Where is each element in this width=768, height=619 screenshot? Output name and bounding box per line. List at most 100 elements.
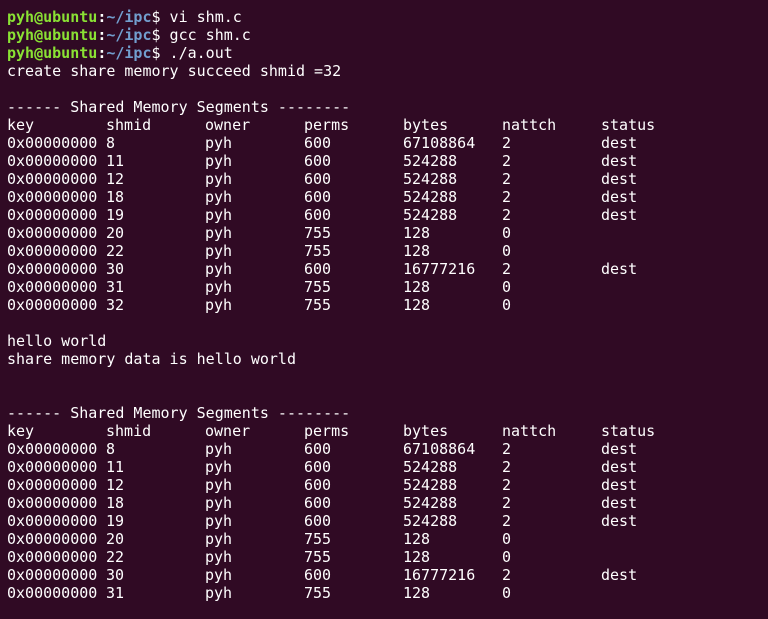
cell-nattch: 2	[502, 476, 512, 494]
cell-shmid: 22	[106, 548, 125, 566]
cell-nattch: 0	[502, 296, 512, 314]
cell-nattch: 2	[502, 206, 512, 224]
cell-perms: 600	[304, 152, 332, 170]
prompt-symbol: $	[151, 44, 161, 62]
cell-nattch: 2	[502, 260, 512, 278]
table-row: 0x00000000 18 pyh 600 524288 2 dest	[7, 494, 768, 512]
cell-nattch: 0	[502, 548, 512, 566]
terminal-window[interactable]: pyh@ubuntu:~/ipc$ vi shm.c pyh@ubuntu:~/…	[0, 0, 768, 619]
cell-owner: pyh	[205, 206, 233, 224]
cell-key: 0x00000000	[7, 152, 98, 170]
cell-owner: pyh	[205, 170, 233, 188]
cell-owner: pyh	[205, 224, 233, 242]
cell-perms: 600	[304, 170, 332, 188]
cell-status: dest	[601, 188, 638, 206]
column-header-bytes: bytes	[403, 422, 449, 440]
cell-bytes: 524288	[403, 152, 458, 170]
cell-key: 0x00000000	[7, 134, 98, 152]
hello-message: hello world	[7, 332, 107, 350]
cell-key: 0x00000000	[7, 548, 98, 566]
cell-bytes: 524288	[403, 476, 458, 494]
table-row: 0x00000000 11 pyh 600 524288 2 dest	[7, 458, 768, 476]
table-row: 0x00000000 19 pyh 600 524288 2 dest	[7, 512, 768, 530]
cell-bytes: 524288	[403, 512, 458, 530]
prompt-symbol: $	[151, 26, 161, 44]
cell-shmid: 11	[106, 152, 125, 170]
cell-nattch: 2	[502, 458, 512, 476]
cell-nattch: 2	[502, 152, 512, 170]
cell-shmid: 22	[106, 242, 125, 260]
cell-shmid: 8	[106, 134, 116, 152]
column-header-perms: perms	[304, 422, 350, 440]
cell-perms: 755	[304, 224, 332, 242]
cell-status	[601, 296, 681, 314]
table-row: 0x00000000 18 pyh 600 524288 2 dest	[7, 188, 768, 206]
cell-perms: 600	[304, 458, 332, 476]
cell-key: 0x00000000	[7, 566, 98, 584]
cell-bytes: 67108864	[403, 134, 476, 152]
cell-shmid: 20	[106, 224, 125, 242]
cell-perms: 755	[304, 584, 332, 602]
prompt-path: ~/ipc	[106, 44, 152, 62]
cell-owner: pyh	[205, 566, 233, 584]
segments-header: ------ Shared Memory Segments --------	[7, 404, 351, 422]
cell-bytes: 524288	[403, 188, 458, 206]
column-header-status: status	[601, 422, 656, 440]
cell-owner: pyh	[205, 134, 233, 152]
cell-perms: 600	[304, 206, 332, 224]
cell-bytes: 128	[403, 530, 431, 548]
cell-perms: 600	[304, 188, 332, 206]
prompt-separator: :	[97, 44, 107, 62]
prompt-path: ~/ipc	[106, 8, 152, 26]
prompt-separator: :	[97, 26, 107, 44]
column-header-key: key	[7, 422, 35, 440]
cell-bytes: 16777216	[403, 260, 476, 278]
cell-bytes: 128	[403, 278, 431, 296]
column-header-perms: perms	[304, 116, 350, 134]
table-row: 0x00000000 32 pyh 755 128 0	[7, 296, 768, 314]
cell-bytes: 524288	[403, 170, 458, 188]
cell-nattch: 2	[502, 188, 512, 206]
prompt-symbol: $	[151, 8, 161, 26]
cell-perms: 600	[304, 440, 332, 458]
cell-owner: pyh	[205, 530, 233, 548]
column-header-key: key	[7, 116, 35, 134]
prompt-path: ~/ipc	[106, 26, 152, 44]
cell-bytes: 524288	[403, 206, 458, 224]
cell-owner: pyh	[205, 494, 233, 512]
column-header-bytes: bytes	[403, 116, 449, 134]
cell-owner: pyh	[205, 476, 233, 494]
cell-key: 0x00000000	[7, 440, 98, 458]
cell-shmid: 32	[106, 296, 125, 314]
cell-shmid: 18	[106, 494, 125, 512]
cell-perms: 755	[304, 242, 332, 260]
cell-bytes: 524288	[403, 494, 458, 512]
cell-key: 0x00000000	[7, 206, 98, 224]
cell-perms: 600	[304, 134, 332, 152]
cell-owner: pyh	[205, 242, 233, 260]
cell-status	[601, 278, 681, 296]
column-header-owner: owner	[205, 422, 251, 440]
table-row: 0x00000000 22 pyh 755 128 0	[7, 548, 768, 566]
cell-owner: pyh	[205, 440, 233, 458]
prompt-user-host: pyh@ubuntu	[7, 44, 98, 62]
cell-key: 0x00000000	[7, 584, 98, 602]
create-message: create share memory succeed shmid =32	[7, 62, 342, 80]
cell-status: dest	[601, 260, 638, 278]
cell-perms: 755	[304, 548, 332, 566]
cell-status: dest	[601, 134, 638, 152]
cell-nattch: 0	[502, 584, 512, 602]
cell-perms: 755	[304, 296, 332, 314]
cell-nattch: 2	[502, 566, 512, 584]
segments-header: ------ Shared Memory Segments --------	[7, 98, 351, 116]
cell-key: 0x00000000	[7, 494, 98, 512]
cell-status	[601, 530, 681, 548]
cell-key: 0x00000000	[7, 512, 98, 530]
column-header-shmid: shmid	[106, 422, 152, 440]
table-row: 0x00000000 31 pyh 755 128 0	[7, 584, 768, 602]
cell-bytes: 128	[403, 548, 431, 566]
cell-status	[601, 242, 681, 260]
cell-shmid: 20	[106, 530, 125, 548]
